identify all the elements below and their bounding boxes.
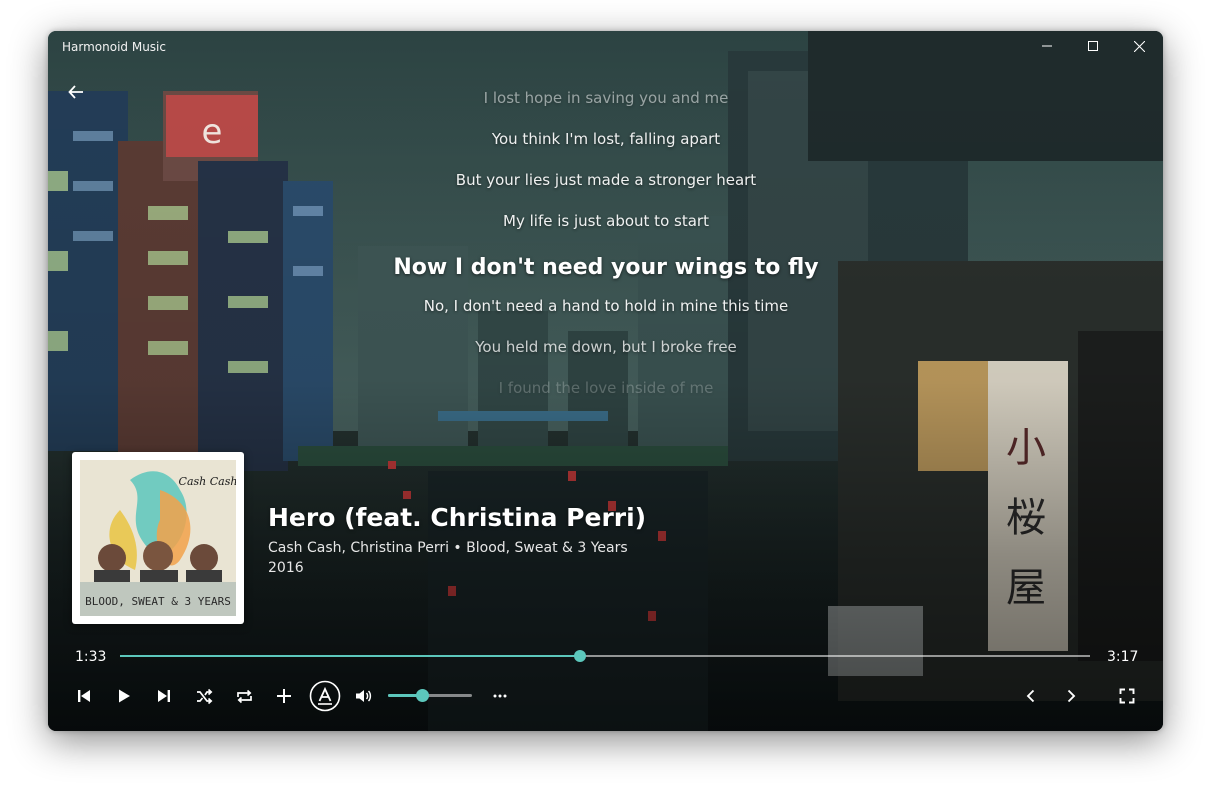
skip-next-icon: [158, 690, 170, 702]
minimize-button[interactable]: [1024, 31, 1070, 61]
lyric-line[interactable]: You held me down, but I broke free: [358, 334, 854, 375]
app-window: e 小 桜 屋: [48, 31, 1163, 731]
shuffle-button[interactable]: [190, 682, 218, 710]
skip-next-button[interactable]: [150, 682, 178, 710]
volume-icon: [356, 690, 372, 702]
album-art-logo: Cash Cash: [179, 475, 236, 488]
maximize-icon: [1088, 41, 1098, 51]
add-icon: [277, 689, 291, 703]
add-to-playlist-button[interactable]: [270, 682, 298, 710]
seek-bar[interactable]: [120, 650, 1090, 662]
track-artist-album[interactable]: Cash Cash, Christina Perri • Blood, Swea…: [268, 540, 628, 556]
album-art-image: BLOOD, SWEAT & 3 YEARS Cash Cash: [80, 460, 236, 616]
play-icon: [119, 689, 130, 703]
lyric-line[interactable]: My life is just about to start: [358, 208, 854, 249]
skip-previous-icon: [78, 690, 90, 702]
elapsed-time: 1:33: [75, 649, 107, 665]
previous-page-button[interactable]: [1017, 682, 1045, 710]
chevron-left-icon: [1026, 689, 1035, 703]
seek-bar-progress: [120, 655, 580, 657]
skip-previous-button[interactable]: [70, 682, 98, 710]
volume-button[interactable]: [350, 682, 378, 710]
track-year: 2016: [268, 560, 304, 576]
lyric-line[interactable]: I found the love inside of me: [358, 375, 854, 416]
duration-time: 3:17: [1107, 649, 1139, 665]
shuffle-icon: [196, 688, 212, 704]
lyric-line-current[interactable]: Now I don't need your wings to fly: [358, 243, 854, 293]
minimize-icon: [1042, 45, 1052, 47]
more-options-button[interactable]: [486, 682, 514, 710]
arrow-left-icon: [68, 85, 83, 99]
volume-slider-thumb[interactable]: [415, 689, 429, 702]
play-button[interactable]: [110, 682, 138, 710]
lyrics-panel: I lost hope in saving you and me You thi…: [358, 85, 854, 416]
repeat-button[interactable]: [230, 682, 258, 710]
fullscreen-icon: [1119, 688, 1135, 704]
close-button[interactable]: [1116, 31, 1162, 61]
more-horizontal-icon: [493, 694, 507, 698]
lyric-line[interactable]: You think I'm lost, falling apart: [358, 126, 854, 167]
lyrics-toggle-button[interactable]: [309, 680, 341, 712]
next-page-button[interactable]: [1057, 682, 1085, 710]
album-art-text: BLOOD, SWEAT & 3 YEARS: [85, 595, 231, 608]
repeat-icon: [236, 689, 252, 703]
album-cover[interactable]: BLOOD, SWEAT & 3 YEARS Cash Cash: [72, 452, 244, 624]
lyric-line[interactable]: I lost hope in saving you and me: [358, 85, 854, 126]
volume-slider[interactable]: [388, 689, 472, 702]
back-button[interactable]: [62, 78, 90, 106]
chevron-right-icon: [1067, 689, 1076, 703]
fullscreen-button[interactable]: [1113, 682, 1141, 710]
seek-bar-thumb[interactable]: [573, 650, 586, 662]
close-icon: [1133, 40, 1145, 52]
lyric-line[interactable]: No, I don't need a hand to hold in mine …: [358, 293, 854, 334]
window-title: Harmonoid Music: [62, 40, 166, 54]
lyric-line[interactable]: But your lies just made a stronger heart: [358, 167, 854, 208]
lyrics-icon: [309, 680, 341, 712]
maximize-button[interactable]: [1070, 31, 1116, 61]
track-title: Hero (feat. Christina Perri): [268, 503, 647, 532]
